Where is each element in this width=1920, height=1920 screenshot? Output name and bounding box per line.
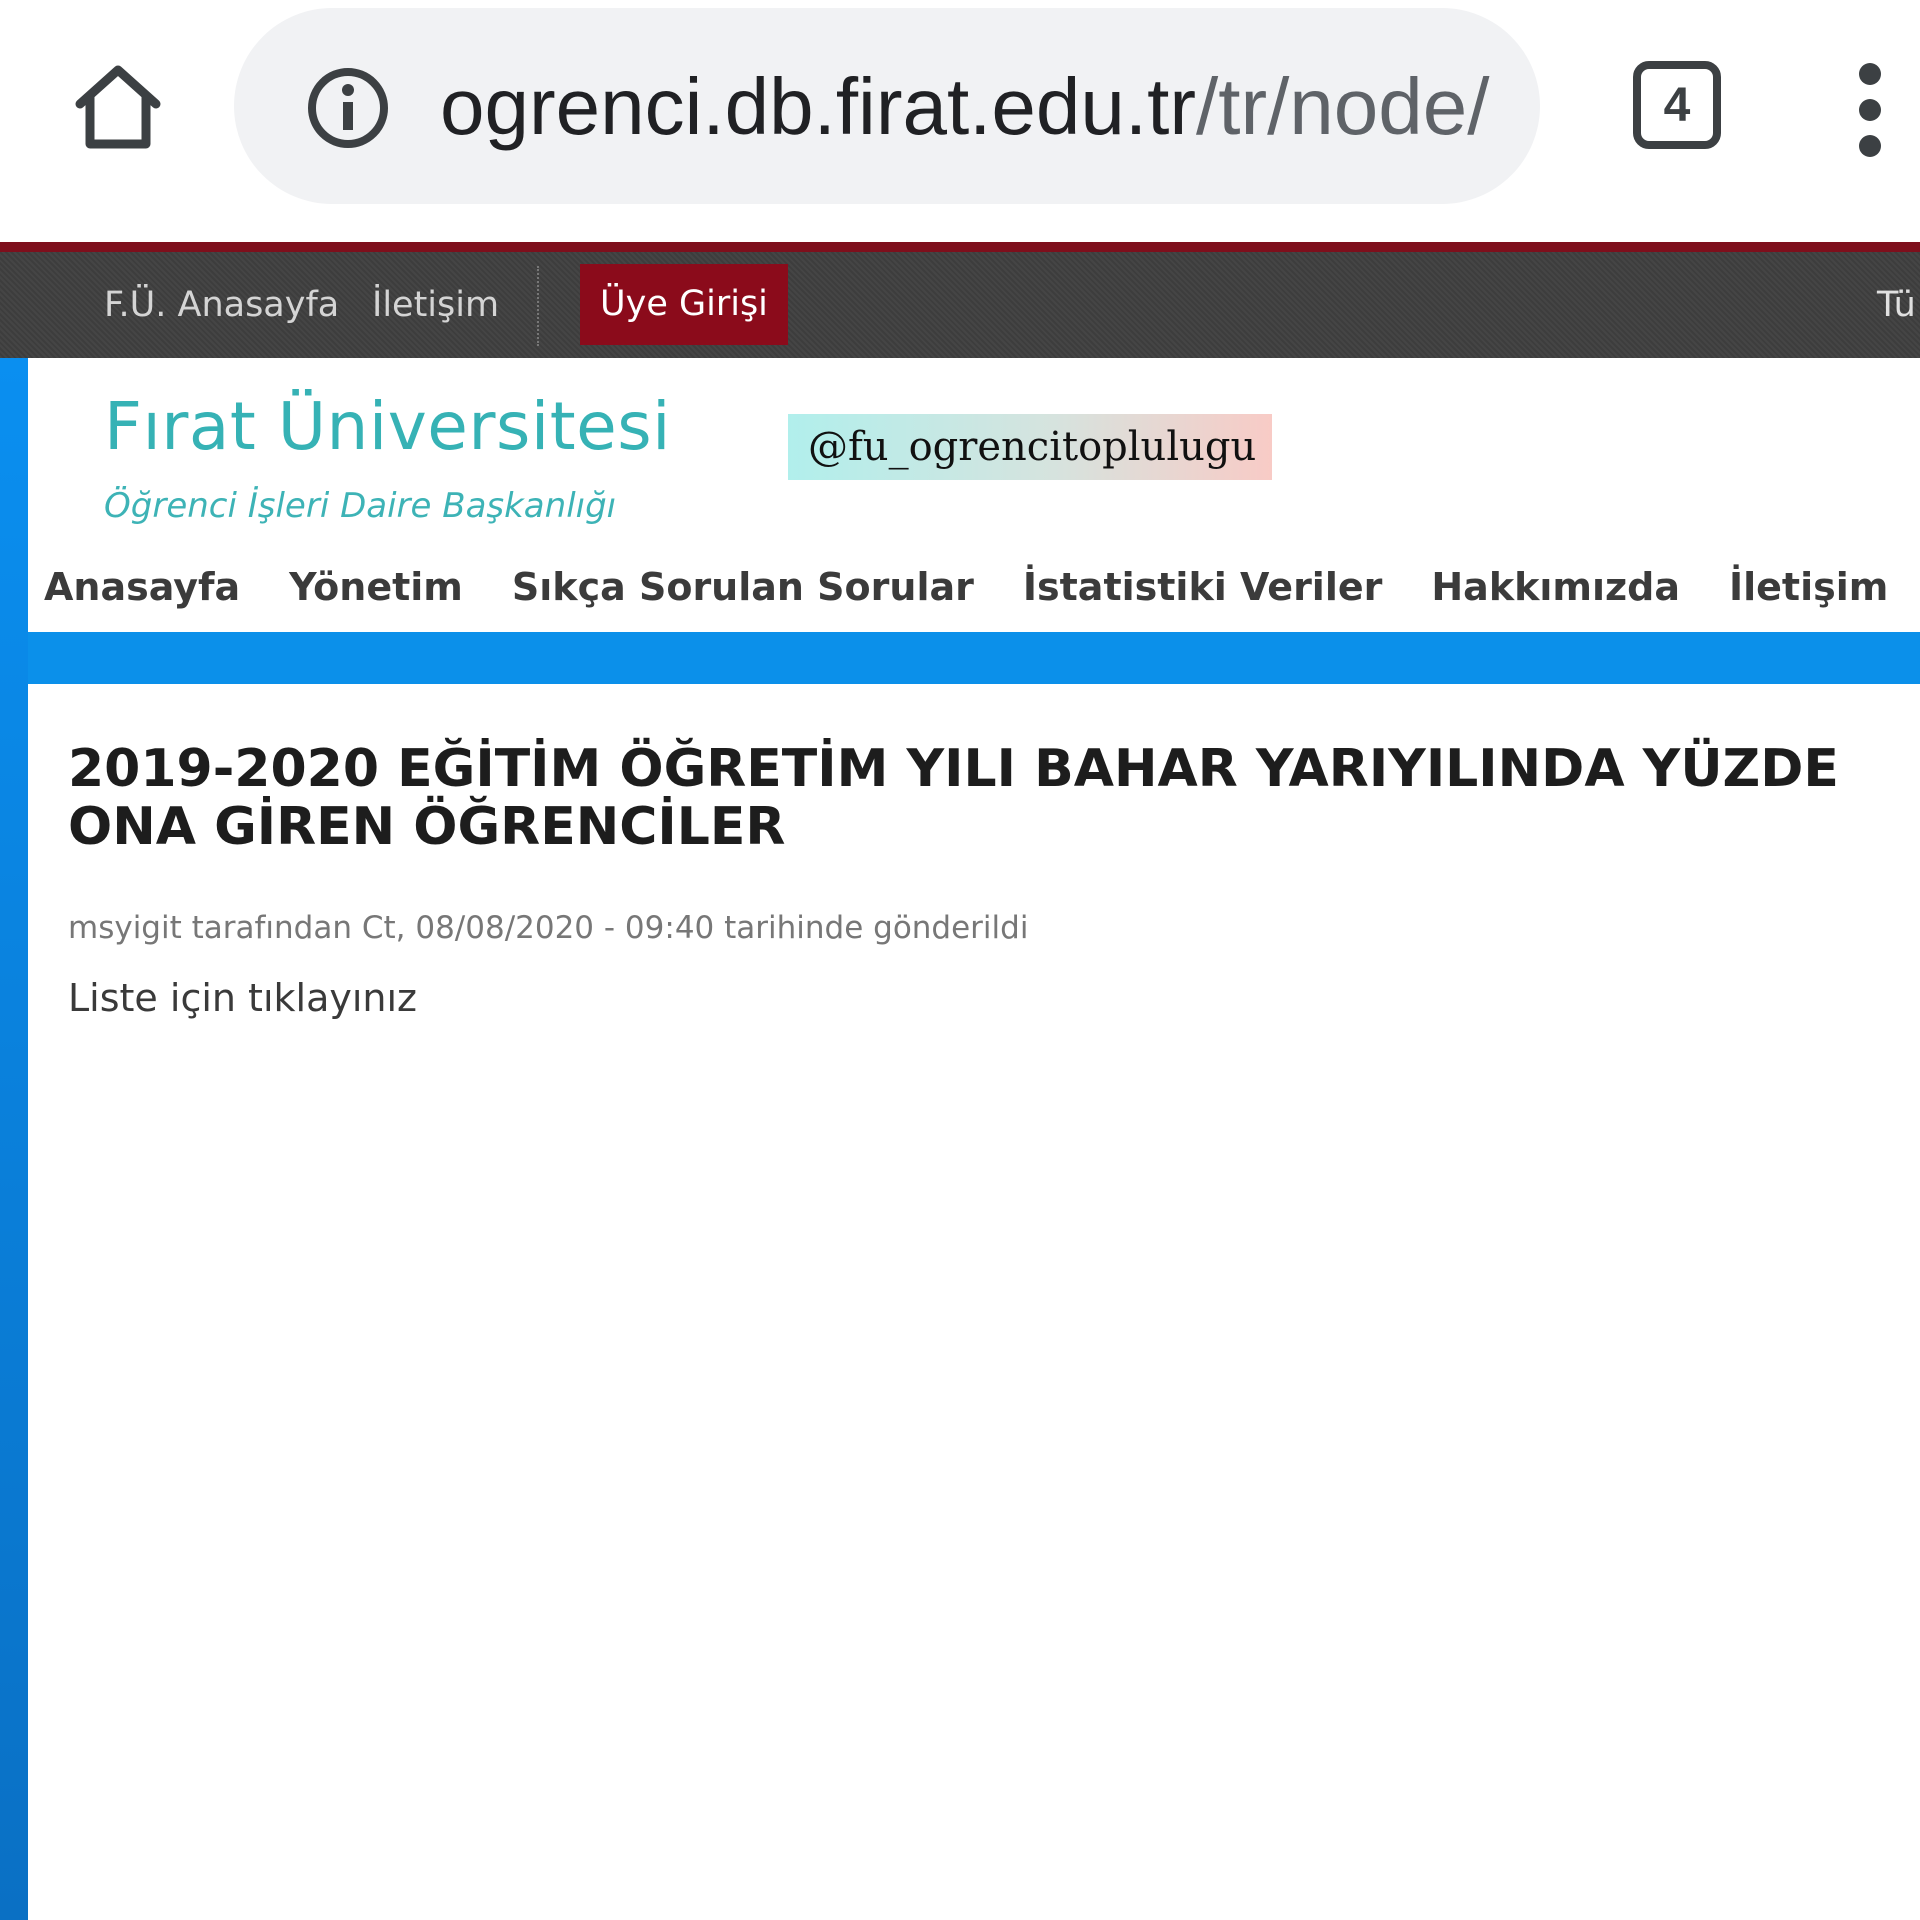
- top-red-rule: [0, 242, 1920, 252]
- address-bar[interactable]: ogrenci.db.firat.edu.tr/tr/node/: [234, 8, 1540, 204]
- browser-toolbar: ogrenci.db.firat.edu.tr/tr/node/ 4: [0, 0, 1920, 240]
- site-subtitle: Öğrenci İşleri Daire Başkanlığı: [104, 486, 617, 526]
- nav-item-contact[interactable]: İletişim: [1729, 552, 1888, 622]
- watermark-overlay: @fu_ogrencitoplulugu: [788, 414, 1272, 480]
- top-divider: [537, 266, 539, 346]
- top-link-fu-homepage[interactable]: F.Ü. Anasayfa: [104, 252, 339, 358]
- list-link[interactable]: Liste için tıklayınız: [68, 976, 417, 1020]
- post-meta: msyigit tarafından Ct, 08/08/2020 - 09:4…: [68, 910, 1029, 946]
- left-accent-stripe: [0, 358, 28, 1920]
- url-host: ogrenci.db.firat.edu.tr: [440, 62, 1196, 151]
- more-menu-button[interactable]: [1850, 60, 1890, 160]
- url-text[interactable]: ogrenci.db.firat.edu.tr/tr/node/: [440, 52, 1520, 162]
- url-path: /tr/node/: [1195, 62, 1490, 151]
- nav-item-management[interactable]: Yönetim: [289, 552, 463, 622]
- nav-item-statistics[interactable]: İstatistiki Veriler: [1023, 552, 1383, 622]
- nav-underline-band: [28, 632, 1920, 684]
- utility-bar: F.Ü. Anasayfa İletişim Üye Girişi Tü: [0, 252, 1920, 358]
- main-nav: Anasayfa Yönetim Sıkça Sorulan Sorular İ…: [44, 552, 1920, 622]
- language-selector[interactable]: Tü: [1877, 252, 1916, 358]
- more-vert-icon: [1859, 63, 1881, 157]
- member-login-button[interactable]: Üye Girişi: [580, 264, 788, 345]
- tab-switcher-button[interactable]: 4: [1632, 60, 1722, 150]
- home-icon: [75, 65, 161, 149]
- tab-count: 4: [1663, 78, 1691, 132]
- info-icon[interactable]: [306, 66, 390, 150]
- page-title: 2019-2020 EĞİTİM ÖĞRETİM YILI BAHAR YARI…: [68, 739, 1839, 857]
- nav-item-about[interactable]: Hakkımızda: [1431, 552, 1680, 622]
- nav-item-faq[interactable]: Sıkça Sorulan Sorular: [512, 552, 974, 622]
- nav-item-home[interactable]: Anasayfa: [44, 552, 240, 622]
- top-link-contact[interactable]: İletişim: [372, 252, 499, 358]
- site-title[interactable]: Fırat Üniversitesi: [104, 388, 671, 465]
- home-button[interactable]: [70, 60, 166, 156]
